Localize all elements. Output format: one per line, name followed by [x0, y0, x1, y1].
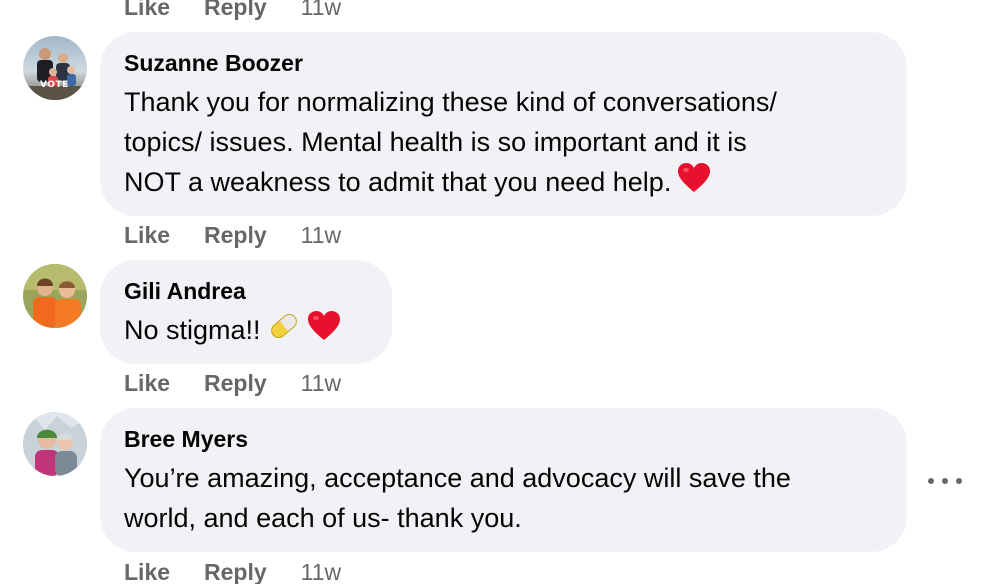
like-button[interactable]: Like: [124, 222, 170, 249]
comment-bubble: Gili Andrea No stigma!!: [100, 260, 392, 364]
comment-timestamp[interactable]: 11w: [301, 222, 342, 249]
comment-actions: Like Reply 11w: [124, 558, 341, 584]
comment-line: No stigma!!: [124, 315, 261, 345]
comment-thread: Like Reply 11w VOTE Suzanne Boozer Thank…: [0, 0, 988, 584]
comment-bubble: Suzanne Boozer Thank you for normalizing…: [100, 32, 907, 216]
reply-button[interactable]: Reply: [204, 370, 267, 397]
comment-line: Thank you for normalizing these kind of …: [124, 87, 777, 117]
reply-button[interactable]: Reply: [204, 0, 267, 21]
avatar[interactable]: [23, 264, 87, 328]
avatar[interactable]: VOTE: [23, 36, 87, 100]
comment-timestamp[interactable]: 11w: [301, 559, 342, 584]
comment-line: You’re amazing, acceptance and advocacy …: [124, 463, 791, 493]
like-button[interactable]: Like: [124, 0, 170, 21]
comment-actions-top: Like Reply 11w: [124, 0, 341, 21]
pill-icon: [267, 310, 301, 353]
comment-author[interactable]: Suzanne Boozer: [124, 48, 883, 78]
avatar-photo: [23, 412, 87, 476]
avatar[interactable]: [23, 412, 87, 476]
avatar-photo: [23, 36, 87, 100]
comment-line: NOT a weakness to admit that you need he…: [124, 167, 672, 197]
comment-timestamp[interactable]: 11w: [301, 370, 342, 397]
comment-actions: Like Reply 11w: [124, 369, 341, 397]
like-button[interactable]: Like: [124, 370, 170, 397]
comment-timestamp[interactable]: 11w: [301, 0, 342, 21]
reply-button[interactable]: Reply: [204, 222, 267, 249]
comment-author[interactable]: Gili Andrea: [124, 276, 368, 306]
dot: [956, 478, 962, 484]
like-button[interactable]: Like: [124, 559, 170, 584]
reply-button[interactable]: Reply: [204, 559, 267, 584]
more-options-icon[interactable]: [928, 470, 962, 492]
comment-bubble: Bree Myers You’re amazing, acceptance an…: [100, 408, 907, 552]
comment-line: topics/ issues. Mental health is so impo…: [124, 127, 747, 157]
dot: [928, 478, 934, 484]
comment-line: world, and each of us- thank you.: [124, 503, 522, 533]
comment-text: No stigma!!: [124, 310, 368, 353]
avatar-badge-text: VOTE: [40, 80, 69, 90]
comment-text: Thank you for normalizing these kind of …: [124, 82, 883, 205]
heart-icon: [677, 162, 711, 205]
avatar-photo: [23, 264, 87, 328]
comment-actions: Like Reply 11w: [124, 221, 341, 249]
heart-icon: [307, 310, 341, 353]
comment-line-last: NOT a weakness to admit that you need he…: [124, 162, 883, 205]
comment-text: You’re amazing, acceptance and advocacy …: [124, 458, 883, 538]
dot: [942, 478, 948, 484]
comment-author[interactable]: Bree Myers: [124, 424, 883, 454]
